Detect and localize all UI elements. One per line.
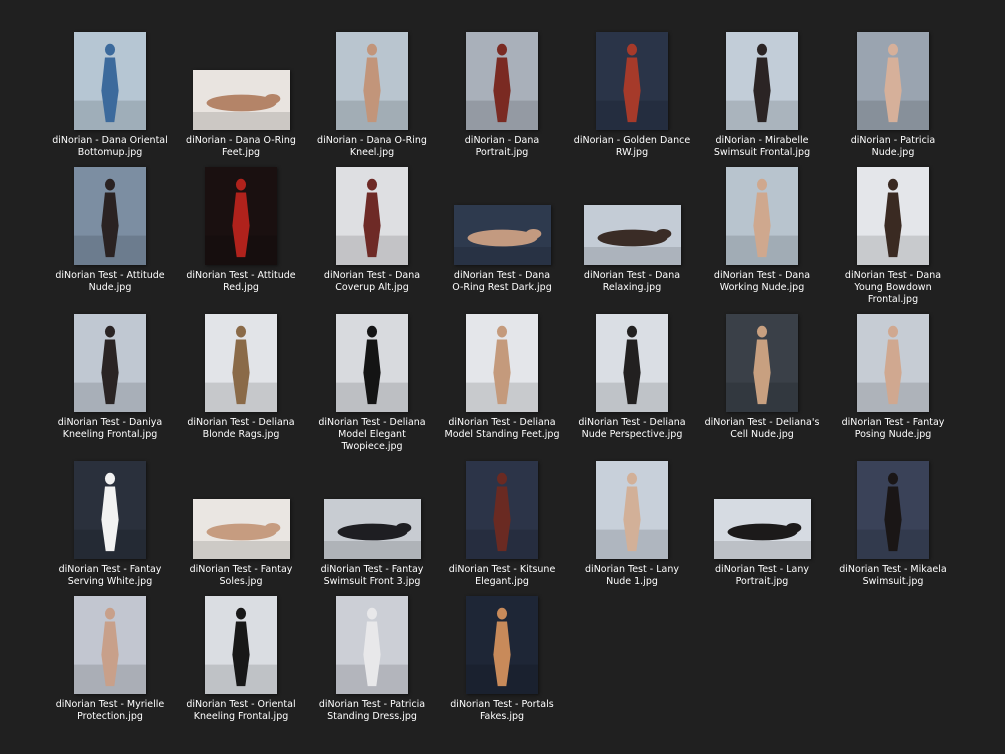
file-item[interactable]: diNorian - Dana Oriental Bottomup.jpg <box>46 32 174 172</box>
file-name-label: diNorian Test - Mikaela Swimsuit.jpg <box>839 564 947 587</box>
image-thumbnail <box>74 314 146 412</box>
image-thumbnail <box>74 461 146 559</box>
image-thumbnail <box>205 596 277 694</box>
file-name-label: diNorian Test - Portals Fakes.jpg <box>450 699 554 722</box>
file-name-label: diNorian Test - Deliana Model Standing Fe… <box>444 417 560 440</box>
file-item[interactable]: diNorian Test - Dana Young Bowdown Frontal… <box>829 167 957 307</box>
file-item[interactable]: diNorian Test - Attitude Nude.jpg <box>46 167 174 307</box>
file-name-label: diNorian - Dana O-Ring Kneel.jpg <box>317 135 427 158</box>
image-thumbnail <box>74 596 146 694</box>
file-item[interactable]: diNorian Test - Fantay Posing Nude.jpg <box>829 314 957 454</box>
image-thumbnail <box>857 167 929 265</box>
image-thumbnail <box>466 32 538 130</box>
file-name-label: diNorian Test - Deliana Nude Perspective.… <box>578 417 686 440</box>
file-item[interactable]: diNorian Test - Mikaela Swimsuit.jpg <box>829 461 957 601</box>
file-item[interactable]: diNorian Test - Myrielle Protection.jpg <box>46 596 174 736</box>
file-item[interactable]: diNorian - Golden Dance RW.jpg <box>568 32 696 172</box>
file-item[interactable]: diNorian Test - Deliana's Cell Nude.jpg <box>698 314 826 454</box>
image-thumbnail <box>466 461 538 559</box>
image-thumbnail <box>857 314 929 412</box>
image-thumbnail <box>466 314 538 412</box>
file-item[interactable]: diNorian Test - Deliana Model Standing Fe… <box>438 314 566 454</box>
file-item[interactable]: diNorian Test - Deliana Nude Perspective.… <box>568 314 696 454</box>
file-name-label: diNorian Test - Kitsune Elegant.jpg <box>448 564 556 587</box>
file-name-label: diNorian Test - Dana Relaxing.jpg <box>583 270 681 293</box>
image-thumbnail <box>713 499 811 559</box>
file-name-label: diNorian - Dana Oriental Bottomup.jpg <box>52 135 168 158</box>
image-thumbnail <box>583 205 681 265</box>
image-thumbnail <box>453 205 551 265</box>
file-item[interactable]: diNorian Test - Fantay Soles.jpg <box>177 461 305 601</box>
file-item[interactable]: diNorian Test - Deliana Model Elegant Twop… <box>308 314 436 454</box>
file-grid: diNorian - Dana Oriental Bottomup.jpg diNo… <box>0 0 1005 754</box>
image-thumbnail <box>336 167 408 265</box>
file-item[interactable]: diNorian - Dana O-Ring Kneel.jpg <box>308 32 436 172</box>
image-thumbnail <box>323 499 421 559</box>
file-name-label: diNorian - Dana O-Ring Feet.jpg <box>186 135 296 158</box>
image-thumbnail <box>857 461 929 559</box>
file-name-label: diNorian Test - Attitude Nude.jpg <box>55 270 165 293</box>
image-thumbnail <box>336 314 408 412</box>
file-name-label: diNorian - Golden Dance RW.jpg <box>573 135 691 158</box>
file-name-label: diNorian Test - Fantay Serving White.jpg <box>58 564 162 587</box>
image-thumbnail <box>726 32 798 130</box>
file-name-label: diNorian Test - Fantay Posing Nude.jpg <box>841 417 945 440</box>
file-name-label: diNorian Test - Myrielle Protection.jpg <box>55 699 165 722</box>
file-item[interactable]: diNorian Test - Deliana Blonde Rags.jpg <box>177 314 305 454</box>
file-item[interactable]: diNorian Test - Oriental Kneeling Frontal… <box>177 596 305 736</box>
image-thumbnail <box>336 32 408 130</box>
file-name-label: diNorian Test - Attitude Red.jpg <box>186 270 296 293</box>
image-thumbnail <box>726 314 798 412</box>
file-item[interactable]: diNorian - Dana O-Ring Feet.jpg <box>177 32 305 172</box>
file-item[interactable]: diNorian Test - Dana Working Nude.jpg <box>698 167 826 307</box>
image-thumbnail <box>857 32 929 130</box>
image-thumbnail <box>466 596 538 694</box>
file-item[interactable]: diNorian Test - Dana Coverup Alt.jpg <box>308 167 436 307</box>
file-name-label: diNorian - Mirabelle Swimsuit Frontal.jpg <box>713 135 811 158</box>
image-thumbnail <box>74 167 146 265</box>
file-item[interactable]: diNorian Test - Kitsune Elegant.jpg <box>438 461 566 601</box>
file-item[interactable]: diNorian - Dana Portrait.jpg <box>438 32 566 172</box>
file-item[interactable]: diNorian Test - Daniya Kneeling Frontal.j… <box>46 314 174 454</box>
file-item[interactable]: diNorian Test - Lany Nude 1.jpg <box>568 461 696 601</box>
image-thumbnail <box>726 167 798 265</box>
image-thumbnail <box>192 499 290 559</box>
file-item[interactable]: diNorian Test - Fantay Swimsuit Front 3.j… <box>308 461 436 601</box>
file-name-label: diNorian Test - Oriental Kneeling Frontal… <box>186 699 296 722</box>
file-name-label: diNorian Test - Deliana Blonde Rags.jpg <box>187 417 295 440</box>
image-thumbnail <box>192 70 290 130</box>
image-thumbnail <box>596 32 668 130</box>
image-thumbnail <box>205 167 277 265</box>
file-name-label: diNorian Test - Dana O-Ring Rest Dark.jpg <box>452 270 552 293</box>
file-item[interactable]: diNorian Test - Fantay Serving White.jpg <box>46 461 174 601</box>
file-name-label: diNorian Test - Fantay Soles.jpg <box>189 564 293 587</box>
file-name-label: diNorian Test - Dana Coverup Alt.jpg <box>323 270 421 293</box>
file-name-label: diNorian - Dana Portrait.jpg <box>464 135 540 158</box>
file-item[interactable]: diNorian Test - Portals Fakes.jpg <box>438 596 566 736</box>
image-thumbnail <box>596 461 668 559</box>
file-name-label: diNorian Test - Fantay Swimsuit Front 3.j… <box>320 564 424 587</box>
file-item[interactable]: diNorian Test - Lany Portrait.jpg <box>698 461 826 601</box>
file-name-label: diNorian Test - Lany Portrait.jpg <box>715 564 809 587</box>
file-name-label: diNorian Test - Deliana's Cell Nude.jpg <box>704 417 820 440</box>
file-name-label: diNorian Test - Deliana Model Elegant Twop… <box>318 417 426 452</box>
file-name-label: diNorian - Patricia Nude.jpg <box>850 135 936 158</box>
image-thumbnail <box>596 314 668 412</box>
file-name-label: diNorian Test - Patricia Standing Dress.j… <box>318 699 426 722</box>
file-item[interactable]: diNorian - Patricia Nude.jpg <box>829 32 957 172</box>
file-name-label: diNorian Test - Dana Young Bowdown Frontal… <box>844 270 942 305</box>
image-thumbnail <box>205 314 277 412</box>
file-name-label: diNorian Test - Daniya Kneeling Frontal.j… <box>57 417 163 440</box>
file-item[interactable]: diNorian Test - Dana O-Ring Rest Dark.jpg <box>438 167 566 307</box>
file-item[interactable]: diNorian Test - Patricia Standing Dress.j… <box>308 596 436 736</box>
image-thumbnail <box>74 32 146 130</box>
file-item[interactable]: diNorian Test - Attitude Red.jpg <box>177 167 305 307</box>
image-thumbnail <box>336 596 408 694</box>
file-item[interactable]: diNorian Test - Dana Relaxing.jpg <box>568 167 696 307</box>
file-item[interactable]: diNorian - Mirabelle Swimsuit Frontal.jpg <box>698 32 826 172</box>
file-name-label: diNorian Test - Lany Nude 1.jpg <box>585 564 679 587</box>
file-name-label: diNorian Test - Dana Working Nude.jpg <box>713 270 811 293</box>
